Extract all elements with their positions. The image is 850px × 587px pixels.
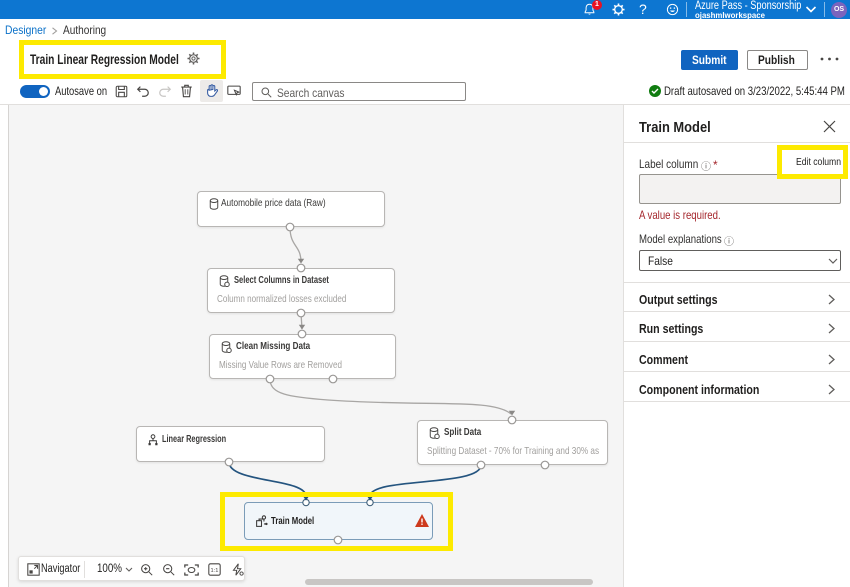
svg-text:1:1: 1:1	[211, 568, 219, 574]
